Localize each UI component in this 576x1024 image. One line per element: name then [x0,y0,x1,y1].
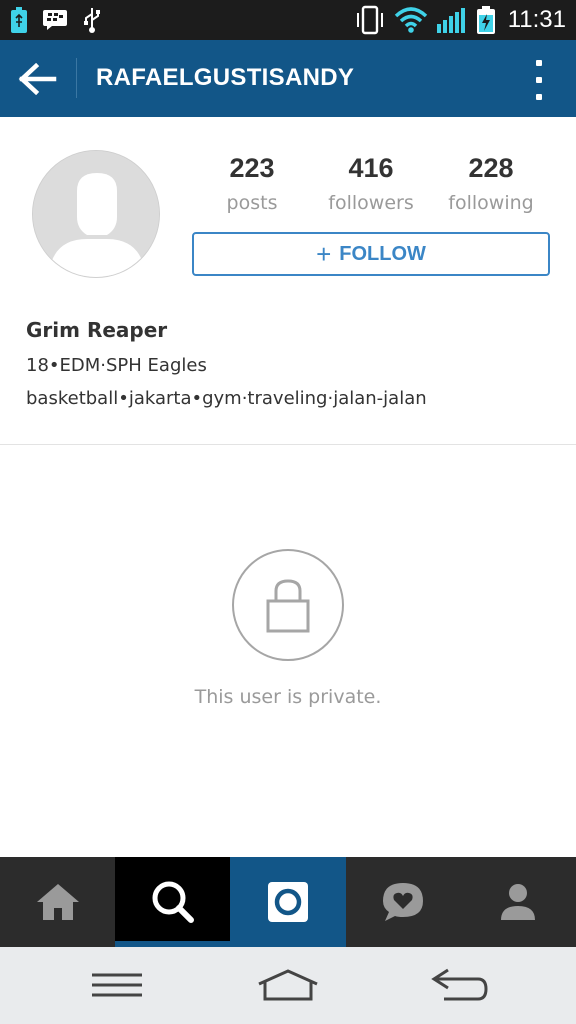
following-count: 228 [468,153,514,183]
default-avatar-icon [33,151,159,277]
page-title: RAFAELGUSTISANDY [96,64,355,91]
follow-label: FOLLOW [339,242,426,265]
header-divider [76,58,77,98]
stat-posts[interactable]: 223 posts [192,150,312,214]
back-icon [431,968,488,1001]
private-message: This user is private. [194,686,382,708]
search-icon [152,881,194,923]
wifi-icon [394,6,428,34]
tab-camera[interactable] [230,857,346,947]
posts-label: posts [226,192,278,214]
followers-count: 416 [348,153,394,183]
following-label: following [448,192,534,214]
bio-line-2: basketball•jakarta•gym·traveling·jalan-j… [26,388,427,409]
battery-charging-icon [10,6,28,34]
profile-header: RAFAELGUSTISANDY [0,40,576,117]
lock-icon [266,579,310,633]
back-button[interactable] [16,60,60,98]
person-icon [501,884,536,920]
camera-icon [267,882,308,922]
home-outline-icon [258,969,318,1001]
avatar[interactable] [32,150,160,278]
menu-icon [92,973,142,997]
bio-line-1: 18•EDM·SPH Eagles [26,355,207,376]
system-nav-bar [0,947,576,1024]
profile-full-name: Grim Reaper [26,318,168,342]
nav-home-button[interactable] [253,965,323,1005]
home-icon [36,884,79,920]
posts-count: 223 [229,153,275,183]
follow-button[interactable]: + FOLLOW [192,232,550,276]
tab-activity[interactable] [346,857,461,947]
tab-home[interactable] [0,857,115,947]
arrow-left-icon [18,63,57,95]
tab-profile[interactable] [461,857,576,947]
bottom-tab-bar [0,857,576,947]
usb-icon [82,6,102,34]
private-lock-badge [232,549,344,661]
nav-back-button[interactable] [424,965,494,1005]
nav-menu-button[interactable] [82,965,152,1005]
battery-icon [476,5,496,35]
profile-stats: 223 posts 416 followers 228 following [192,150,552,220]
signal-icon [436,6,468,34]
stat-following[interactable]: 228 following [431,150,551,214]
clock: 11:31 [507,6,566,33]
plus-icon: + [316,239,332,269]
stat-followers[interactable]: 416 followers [311,150,431,214]
bbm-icon [42,8,68,32]
followers-label: followers [328,192,414,214]
status-bar: 11:31 [0,0,576,40]
vibrate-icon [354,5,386,35]
heart-bubble-icon [383,883,424,921]
section-divider [0,444,576,445]
tab-search[interactable] [115,857,231,947]
vertical-dots-icon [536,60,542,66]
overflow-menu-button[interactable] [528,60,550,100]
